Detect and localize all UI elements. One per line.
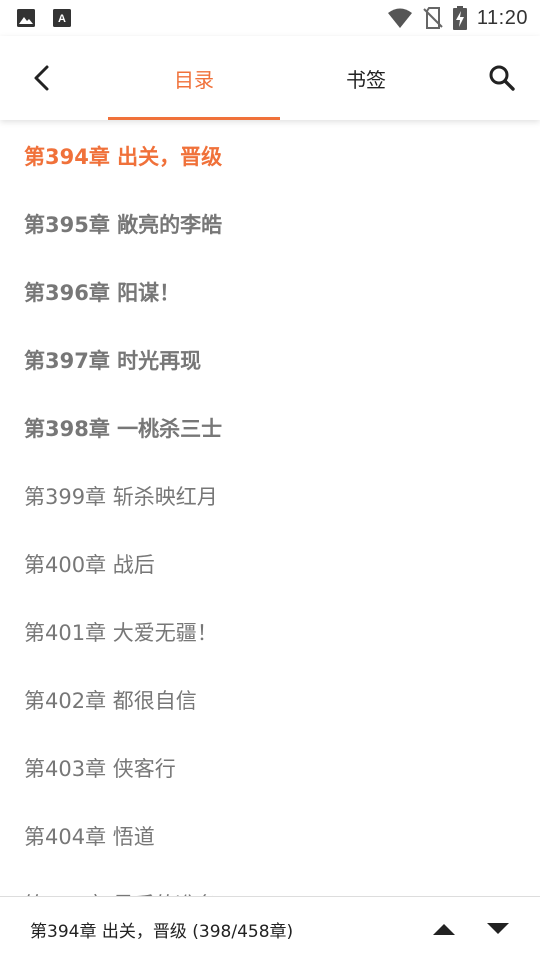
chapter-item[interactable]: 第395章 敞亮的李皓 — [0, 190, 540, 258]
svg-text:A: A — [58, 13, 66, 25]
status-time: 11:20 — [476, 6, 528, 29]
chapter-item[interactable]: 第405章 最后的准备 — [0, 870, 540, 896]
chapter-item[interactable]: 第404章 悟道 — [0, 802, 540, 870]
status-bar: A 11:20 — [0, 0, 540, 36]
chapter-item[interactable]: 第400章 战后 — [0, 530, 540, 598]
chapter-item[interactable]: 第397章 时光再现 — [0, 326, 540, 394]
no-sim-icon — [423, 7, 443, 29]
tab-bookmarks-label: 书签 — [346, 67, 386, 92]
app-bar: 目录 书签 — [0, 36, 540, 120]
back-arrow-icon — [34, 65, 49, 91]
chapter-item[interactable]: 第403章 侠客行 — [0, 734, 540, 802]
bottom-bar: 第394章 出关，晋级 (398/458章) — [0, 896, 540, 960]
chapter-item[interactable]: 第398章 一桃杀三士 — [0, 394, 540, 462]
chapter-item[interactable]: 第402章 都很自信 — [0, 666, 540, 734]
current-chapter-info: 第394章 出关，晋级 (398/458章) — [30, 921, 294, 942]
chapter-item[interactable]: 第396章 阳谋！ — [0, 258, 540, 326]
tab-indicator — [108, 117, 280, 120]
tab-bookmarks[interactable]: 书签 — [280, 36, 452, 120]
status-right: 11:20 — [387, 6, 528, 30]
chapter-item[interactable]: 第399章 斩杀映红月 — [0, 462, 540, 530]
caret-up-icon — [433, 924, 455, 935]
previous-chapter-button[interactable] — [428, 913, 460, 945]
chapter-item-current[interactable]: 第394章 出关，晋级 — [0, 122, 540, 190]
chapter-list[interactable]: 第394章 出关，晋级 第395章 敞亮的李皓 第396章 阳谋！ 第397章 … — [0, 120, 540, 896]
status-left: A — [16, 8, 72, 28]
back-button[interactable] — [24, 60, 60, 96]
text-a-icon: A — [53, 9, 71, 27]
battery-charging-icon — [452, 6, 467, 30]
search-icon — [489, 65, 515, 91]
image-icon — [17, 9, 35, 27]
wifi-icon — [387, 8, 412, 28]
search-button[interactable] — [484, 60, 520, 96]
tab-catalog[interactable]: 目录 — [108, 36, 280, 120]
tab-catalog-label: 目录 — [174, 67, 214, 92]
next-chapter-button[interactable] — [482, 913, 514, 945]
chapter-item[interactable]: 第401章 大爱无疆！ — [0, 598, 540, 666]
caret-down-icon — [487, 923, 509, 934]
screen: A 11:20 目录 书签 第394章 出关，晋级 第395章 敞亮的李皓 第3… — [0, 0, 540, 960]
